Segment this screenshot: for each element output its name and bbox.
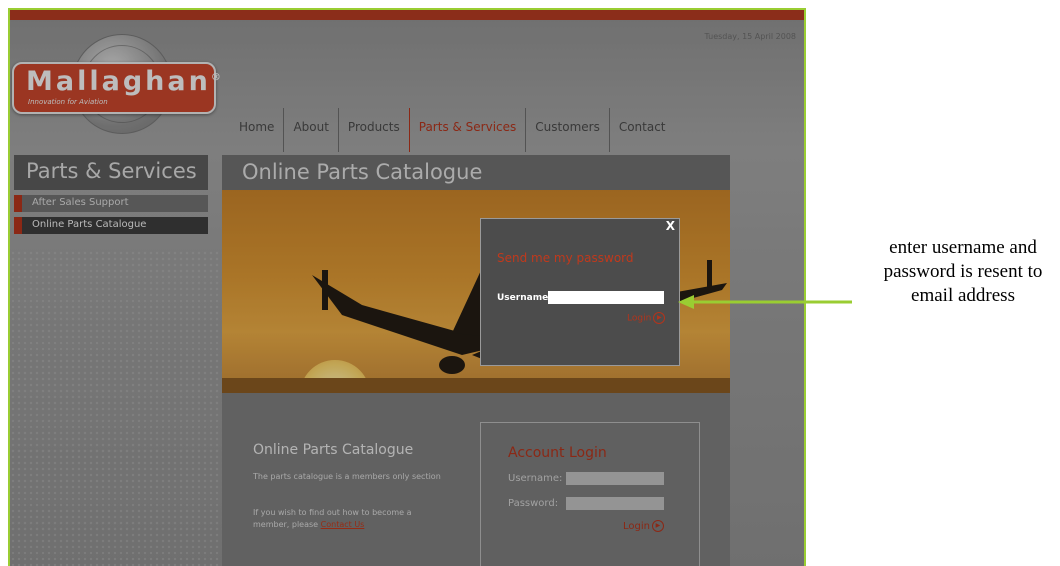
modal-username-input[interactable] [548,291,664,304]
website-frame: Tuesday, 15 April 2008 Mallaghan® Innova… [8,8,806,566]
close-icon[interactable]: X [666,219,675,233]
annotation-text: enter username and password is resent to… [883,237,1043,306]
modal-login-button[interactable]: Login ▶ [627,312,666,324]
annotation-arrow [678,295,852,309]
modal-username-label: Username [497,293,549,303]
password-reminder-modal: X Send me my password Username Login ▶ [480,218,680,366]
play-icon: ▶ [653,312,666,324]
modal-overlay [10,10,804,566]
modal-title: Send me my password [497,251,634,265]
